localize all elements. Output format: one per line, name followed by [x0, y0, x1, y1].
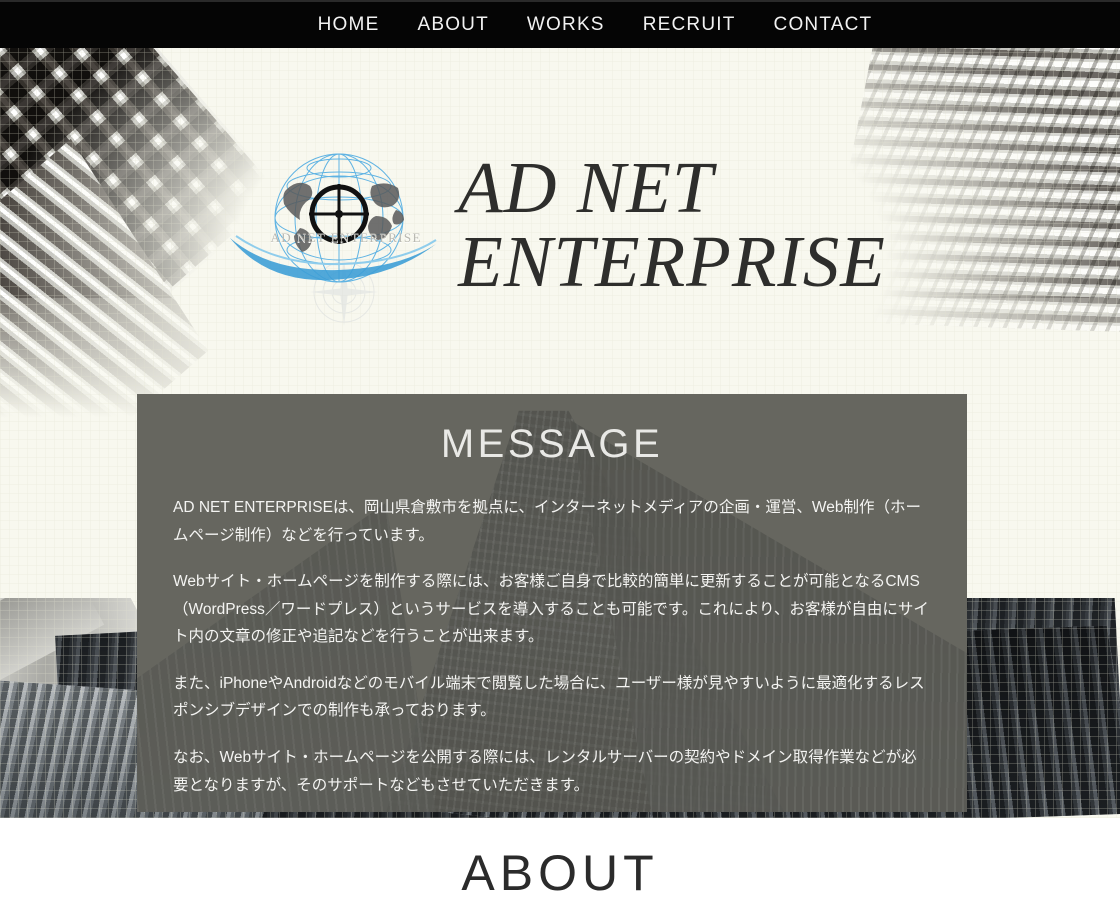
message-panel: MESSAGE AD NET ENTERPRISEは、岡山県倉敷市を拠点に、イン…	[137, 394, 967, 812]
hero-section: AD NET ENTERPRISE AD NET ENTERPRISE MESS…	[0, 48, 1120, 818]
message-heading: MESSAGE	[440, 422, 664, 466]
company-logo: AD NET ENTERPRISE	[230, 138, 444, 326]
wordmark-line-2: ENTERPRISE	[458, 221, 886, 302]
nav-item-home[interactable]: HOME	[318, 15, 380, 34]
about-section: ABOUT	[0, 818, 1120, 900]
message-paragraph-1: AD NET ENTERPRISEは、岡山県倉敷市を拠点に、インターネットメディ…	[173, 499, 921, 544]
nav-item-recruit[interactable]: RECRUIT	[643, 15, 736, 34]
nav-item-contact[interactable]: CONTACT	[774, 15, 873, 34]
message-paragraph-2: Webサイト・ホームページを制作する際には、お客様ご自身で比較的簡単に更新するこ…	[173, 573, 929, 646]
wordmark-line-1: AD NET	[458, 146, 714, 228]
message-content: MESSAGE AD NET ENTERPRISEは、岡山県倉敷市を拠点に、イン…	[137, 394, 967, 799]
message-paragraph-4: なお、Webサイト・ホームページを公開する際には、レンタルサーバーの契約やドメイ…	[173, 749, 917, 794]
nav-item-works[interactable]: WORKS	[527, 15, 605, 34]
brand-lockup: AD NET ENTERPRISE AD NET ENTERPRISE	[0, 103, 1120, 353]
about-heading: ABOUT	[461, 845, 659, 901]
logo-wordmark-text: AD NET ENTERPRISE	[270, 230, 422, 245]
company-wordmark: AD NET ENTERPRISE	[458, 146, 886, 306]
message-paragraph-3: また、iPhoneやAndroidなどのモバイル端末で閲覧した場合に、ユーザー様…	[173, 674, 925, 720]
main-navigation-bar: HOME ABOUT WORKS RECRUIT CONTACT	[0, 0, 1120, 48]
nav-item-about[interactable]: ABOUT	[417, 15, 488, 34]
nav-item-list: HOME ABOUT WORKS RECRUIT CONTACT	[0, 0, 1120, 48]
